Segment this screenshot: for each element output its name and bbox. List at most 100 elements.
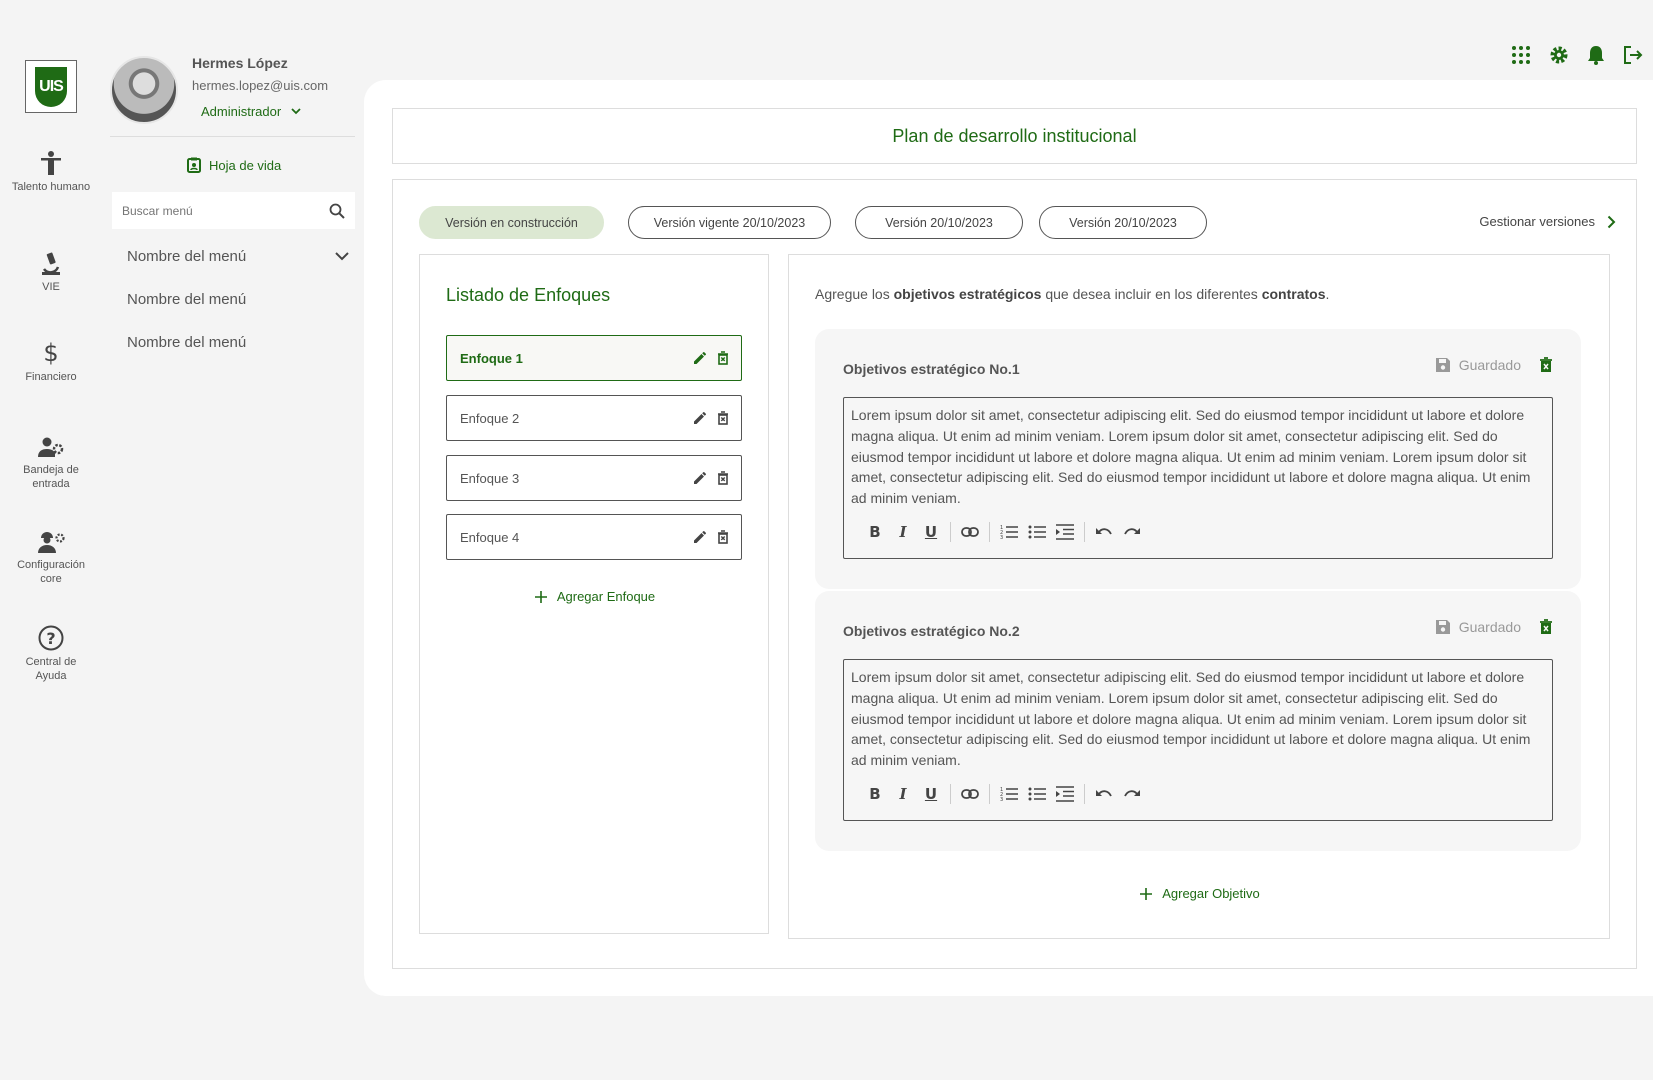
svg-text:$: $ — [43, 340, 58, 366]
undo-icon[interactable] — [1095, 526, 1113, 538]
rail-item-vie[interactable]: VIE — [0, 252, 102, 294]
trash-icon[interactable] — [717, 351, 729, 365]
content-box: Versión en construcción Versión vigente … — [392, 179, 1637, 969]
role-selector[interactable]: Administrador — [201, 104, 301, 119]
redo-icon[interactable] — [1123, 526, 1141, 538]
enfoque-label: Enfoque 2 — [460, 410, 520, 426]
rail-item-bandeja[interactable]: Bandeja de entrada — [0, 437, 102, 491]
toolbar-separator — [989, 522, 990, 542]
trash-icon[interactable] — [717, 471, 729, 485]
bullet-list-icon[interactable] — [1028, 524, 1046, 540]
edit-icon[interactable] — [693, 411, 707, 425]
apps-grid-icon[interactable] — [1511, 45, 1531, 65]
enfoque-label: Enfoque 3 — [460, 470, 520, 486]
enfoque-item[interactable]: Enfoque 2 — [446, 395, 742, 441]
chevron-down-icon[interactable] — [335, 252, 349, 261]
toolbar-separator — [1084, 522, 1085, 542]
save-icon[interactable] — [1435, 619, 1451, 635]
rich-text-editor[interactable]: Lorem ipsum dolor sit amet, consectetur … — [843, 659, 1553, 821]
svg-text:?: ? — [46, 629, 55, 648]
menu-item[interactable]: Nombre del menú — [127, 248, 349, 265]
undo-icon[interactable] — [1095, 788, 1113, 800]
trash-icon[interactable] — [717, 411, 729, 425]
menu-item[interactable]: Nombre del menú — [127, 291, 349, 308]
objetivo-status: Guardado — [1435, 619, 1553, 635]
enfoque-label: Enfoque 1 — [460, 350, 523, 366]
rail-item-financiero[interactable]: $ Financiero — [0, 340, 102, 384]
svg-text:3: 3 — [1000, 535, 1003, 540]
editor-toolbar: B I U 123 — [866, 522, 1141, 542]
bell-icon[interactable] — [1587, 45, 1605, 65]
objetivo-title: Objetivos estratégico No.2 — [843, 623, 1020, 639]
bold-button[interactable]: B — [866, 785, 884, 803]
manage-versions-link[interactable]: Gestionar versiones — [1479, 214, 1616, 229]
rail-item-ayuda[interactable]: ? Central de Ayuda — [0, 625, 102, 683]
trash-icon[interactable] — [1539, 619, 1553, 635]
app-logo[interactable]: UIS — [25, 60, 77, 113]
trash-icon[interactable] — [1539, 357, 1553, 373]
hoja-de-vida-link[interactable]: Hoja de vida — [187, 157, 281, 173]
italic-button[interactable]: I — [894, 785, 912, 803]
indent-icon[interactable] — [1056, 524, 1074, 540]
editor-content[interactable]: Lorem ipsum dolor sit amet, consectetur … — [851, 667, 1546, 771]
avatar[interactable] — [110, 56, 178, 124]
bold-button[interactable]: B — [866, 523, 884, 541]
users-gear-icon — [38, 437, 64, 457]
hoja-label: Hoja de vida — [209, 157, 282, 173]
edit-icon[interactable] — [693, 351, 707, 365]
enfoque-item[interactable]: Enfoque 1 — [446, 335, 742, 381]
link-icon[interactable] — [961, 527, 979, 537]
underline-button[interactable]: U — [922, 785, 940, 803]
divider — [110, 136, 355, 137]
toolbar-separator — [989, 784, 990, 804]
trash-icon[interactable] — [717, 530, 729, 544]
menu-item[interactable]: Nombre del menú — [127, 334, 349, 351]
rail-label: Financiero — [25, 371, 77, 383]
manage-versions-label: Gestionar versiones — [1479, 214, 1595, 229]
objetivo-title: Objetivos estratégico No.1 — [843, 361, 1020, 377]
objetivo-status: Guardado — [1435, 357, 1553, 373]
rail-label: Bandeja de entrada — [23, 464, 79, 490]
add-objetivo-button[interactable]: Agregar Objetivo — [789, 886, 1611, 901]
menu-item-label: Nombre del menú — [127, 248, 247, 265]
underline-button[interactable]: U — [922, 523, 940, 541]
chevron-down-icon — [291, 108, 301, 115]
ordered-list-icon[interactable]: 123 — [1000, 786, 1018, 802]
tab-version[interactable]: Versión 20/10/2023 — [1039, 206, 1207, 239]
toolbar-separator — [950, 784, 951, 804]
edit-icon[interactable] — [693, 530, 707, 544]
link-icon[interactable] — [961, 789, 979, 799]
search-input[interactable] — [122, 203, 302, 218]
italic-button[interactable]: I — [894, 523, 912, 541]
gear-icon[interactable] — [1549, 45, 1569, 65]
tab-version-construccion[interactable]: Versión en construcción — [419, 206, 604, 239]
bullet-list-icon[interactable] — [1028, 786, 1046, 802]
ordered-list-icon[interactable]: 123 — [1000, 524, 1018, 540]
indent-icon[interactable] — [1056, 786, 1074, 802]
intro-mid: que desea incluir en los diferentes — [1041, 286, 1262, 302]
logout-icon[interactable] — [1623, 45, 1643, 65]
add-enfoque-button[interactable]: Agregar Enfoque — [420, 589, 770, 604]
tab-version[interactable]: Versión 20/10/2023 — [855, 206, 1023, 239]
search-icon[interactable] — [329, 203, 345, 219]
status-label: Guardado — [1458, 619, 1521, 635]
save-icon[interactable] — [1435, 357, 1451, 373]
rail-item-talento-humano[interactable]: Talento humano — [0, 150, 102, 194]
edit-icon[interactable] — [693, 471, 707, 485]
nav-rail: UIS Talento humano VIE $ Financiero Band… — [0, 0, 102, 1080]
tab-version-vigente[interactable]: Versión vigente 20/10/2023 — [628, 206, 831, 239]
editor-content[interactable]: Lorem ipsum dolor sit amet, consectetur … — [851, 405, 1546, 509]
dollar-icon: $ — [43, 340, 58, 366]
rail-item-configuracion[interactable]: Configuración core — [0, 532, 102, 586]
header-actions — [1511, 45, 1643, 65]
plus-icon — [534, 590, 547, 603]
intro-bold-objetivos: objetivos estratégicos — [893, 286, 1042, 302]
rich-text-editor[interactable]: Lorem ipsum dolor sit amet, consectetur … — [843, 397, 1553, 559]
microscope-icon — [42, 252, 60, 275]
menu-item-label: Nombre del menú — [127, 334, 247, 351]
redo-icon[interactable] — [1123, 788, 1141, 800]
enfoque-item[interactable]: Enfoque 3 — [446, 455, 742, 501]
chevron-right-icon — [1607, 215, 1616, 228]
person-icon — [41, 151, 61, 175]
enfoque-item[interactable]: Enfoque 4 — [446, 514, 742, 560]
